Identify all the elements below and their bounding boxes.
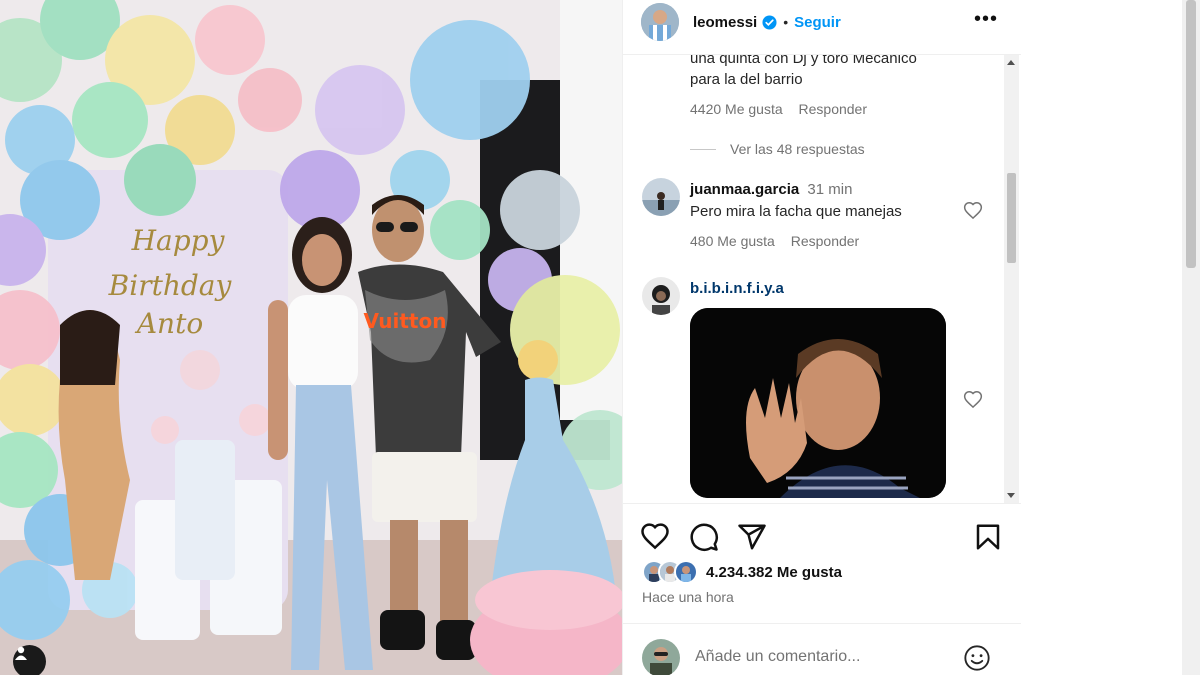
comment-username[interactable]: juanmaa.garcia: [690, 181, 799, 198]
banner-birthday: Birthday: [108, 269, 233, 302]
comment-likes[interactable]: 480 Me gusta: [690, 233, 775, 249]
gif-image: [690, 308, 946, 498]
more-options-icon[interactable]: •••: [974, 8, 998, 31]
comment-likes[interactable]: 4420 Me gusta: [690, 101, 783, 117]
replies-divider: [690, 148, 716, 150]
comment-icon[interactable]: [689, 522, 719, 552]
comments-scrollbar[interactable]: [1004, 55, 1019, 503]
shirt-text: Vuitton: [364, 309, 447, 333]
comment-username[interactable]: b.i.b.i.n.f.i.y.a: [690, 280, 784, 297]
scroll-up-arrow[interactable]: [1007, 60, 1015, 65]
add-comment-bar: [623, 623, 1021, 675]
post-photo[interactable]: Happy Birthday Anto Vuitton: [0, 0, 622, 675]
commenter-avatar[interactable]: [642, 178, 680, 216]
banner-anto: Anto: [134, 307, 203, 340]
user-tag-icon: [15, 646, 27, 660]
comment-text: Pero mira la facha que manejas: [690, 203, 902, 220]
comment-partial-line1: una quinta con Dj y toro Mecánico: [690, 54, 917, 67]
comment-partial-line2: para la del barrio: [690, 71, 803, 88]
share-icon[interactable]: [737, 522, 767, 552]
comment-header: b.i.b.i.n.f.i.y.a: [690, 278, 784, 299]
view-replies-label: Ver las 48 respuestas: [730, 141, 865, 157]
liker-avatar: [674, 560, 698, 584]
author-avatar[interactable]: [641, 3, 679, 41]
view-replies-button[interactable]: Ver las 48 respuestas: [690, 141, 865, 157]
page-scroll-thumb[interactable]: [1186, 0, 1196, 268]
comment-time: 31 min: [807, 181, 853, 198]
comment-partial-meta: 4420 Me gusta Responder: [690, 101, 867, 117]
post-panel: leomessi • Seguir ••• una quinta con Dj …: [622, 0, 1021, 675]
likes-summary[interactable]: 4.234.382 Me gusta: [642, 560, 842, 584]
comment-heart-icon[interactable]: [963, 390, 983, 410]
reply-button[interactable]: Responder: [791, 233, 860, 249]
likes-count[interactable]: 4.234.382 Me gusta: [706, 564, 842, 581]
commenter-avatar[interactable]: [642, 277, 680, 315]
page-scrollbar[interactable]: [1182, 0, 1200, 675]
verified-icon: [762, 14, 777, 30]
post-actions: 4.234.382 Me gusta Hace una hora: [623, 503, 1021, 623]
emoji-icon[interactable]: [963, 644, 991, 672]
banner-happy: Happy: [131, 224, 226, 257]
follow-button[interactable]: Seguir: [794, 14, 841, 31]
scroll-thumb[interactable]: [1007, 173, 1016, 263]
separator-dot: •: [783, 14, 789, 30]
bookmark-icon[interactable]: [973, 522, 1003, 552]
comments-list[interactable]: una quinta con Dj y toro Mecánico para l…: [623, 54, 1021, 503]
comment-input[interactable]: [695, 648, 945, 666]
reply-button[interactable]: Responder: [799, 101, 868, 117]
post-header: leomessi • Seguir •••: [623, 0, 1020, 44]
photo-illustration: Happy Birthday Anto Vuitton: [0, 0, 622, 675]
author-username[interactable]: leomessi: [693, 14, 757, 31]
scroll-down-arrow[interactable]: [1007, 493, 1015, 498]
heart-icon[interactable]: [640, 522, 670, 552]
user-tag-button[interactable]: [13, 645, 46, 675]
comment-meta: 480 Me gusta Responder: [690, 233, 859, 249]
comment-gif[interactable]: [690, 308, 946, 498]
comment-heart-icon[interactable]: [963, 201, 983, 221]
post-time: Hace una hora: [642, 589, 734, 605]
comment-header: juanmaa.garcia 31 min: [690, 179, 852, 200]
current-user-avatar: [642, 639, 680, 675]
